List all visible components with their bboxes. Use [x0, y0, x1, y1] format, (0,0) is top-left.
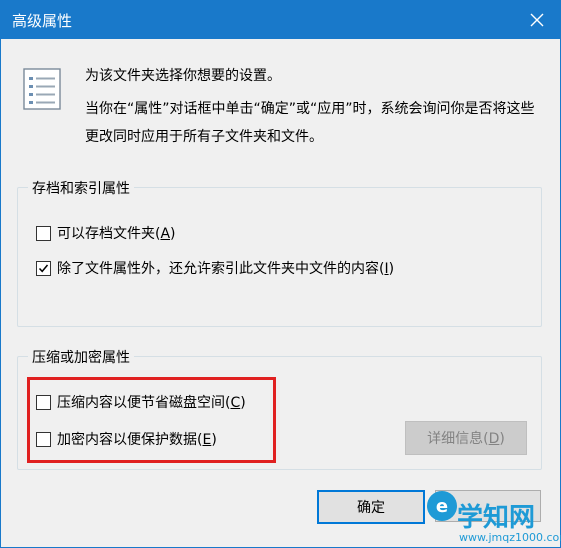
- archive-group-title: 存档和索引属性: [28, 178, 134, 198]
- title-bar[interactable]: 高级属性: [1, 1, 560, 39]
- archive-checkbox-row[interactable]: 可以存档文件夹(A): [36, 223, 176, 243]
- watermark-logo-icon: e: [427, 491, 457, 521]
- archive-checkbox[interactable]: [36, 225, 51, 241]
- ok-label: 确定: [357, 500, 385, 516]
- close-icon: [530, 13, 544, 27]
- intro-description: 当你在“属性”对话框中单击“确定”或“应用”时，系统会询问你是否将这些更改同时应…: [85, 101, 535, 145]
- index-label: 除了文件属性外，还允许索引此文件夹中文件的内容(I): [57, 261, 395, 277]
- index-checkbox-row[interactable]: 除了文件属性外，还允许索引此文件夹中文件的内容(I): [36, 258, 394, 278]
- highlight-annotation: [27, 377, 276, 463]
- details-button[interactable]: 详细信息(D): [405, 421, 527, 455]
- ok-button[interactable]: 确定: [317, 490, 425, 524]
- watermark-url: www.jmqz1000.com: [459, 531, 561, 544]
- checkmark-icon: [38, 264, 49, 273]
- details-label: 详细信息(D): [427, 431, 505, 447]
- archive-index-group: [17, 187, 542, 327]
- watermark-text: 学知网: [457, 503, 536, 533]
- intro-text: 为该文件夹选择你想要的设置。: [85, 68, 281, 84]
- settings-document-icon: [23, 68, 61, 110]
- index-checkbox[interactable]: [36, 260, 51, 276]
- archive-label: 可以存档文件夹(A): [57, 226, 176, 242]
- close-button[interactable]: [514, 1, 560, 39]
- dialog-title: 高级属性: [12, 12, 73, 30]
- advanced-attributes-dialog: 高级属性 为该文件夹选择你想要的设置。 当你在“属性”对话框中单击“确定”或“应…: [0, 0, 561, 548]
- compress-group-title: 压缩或加密属性: [28, 347, 134, 367]
